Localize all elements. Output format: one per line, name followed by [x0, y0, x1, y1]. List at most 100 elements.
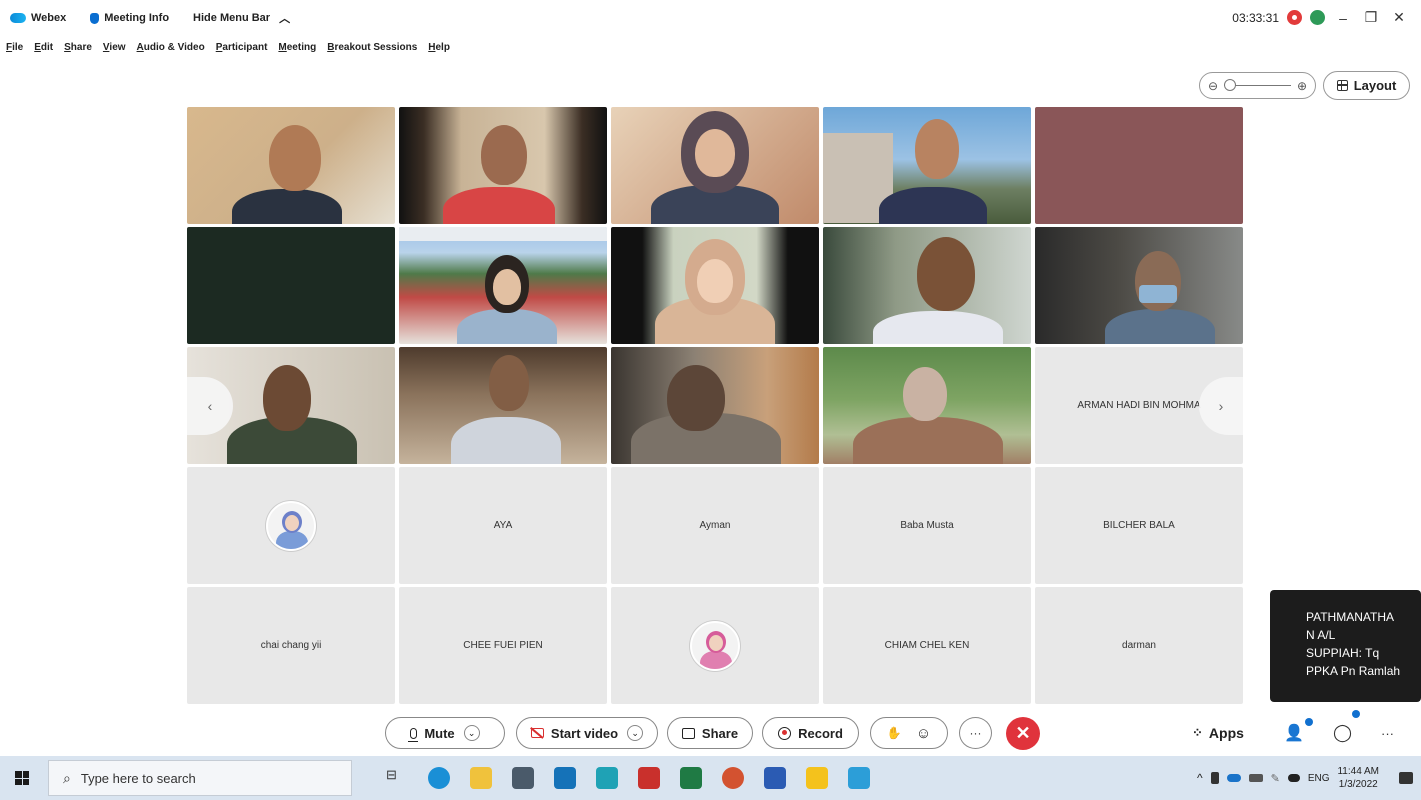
chat-icon[interactable]: ◯	[1333, 723, 1352, 743]
video-options-chevron-icon[interactable]: ⌄	[627, 725, 644, 741]
chevron-up-icon: ︿	[279, 13, 291, 25]
restore-button[interactable]: ❐	[1361, 9, 1381, 26]
menu-help[interactable]: Help	[428, 42, 450, 53]
apps-button[interactable]: ⁘ Apps	[1192, 725, 1244, 741]
participant-video-tile[interactable]	[399, 107, 607, 224]
pen-icon[interactable]: ✎	[1271, 772, 1280, 785]
participant-video-tile[interactable]	[399, 347, 607, 464]
task-view-icon[interactable]: ⊟	[386, 767, 408, 789]
chat-message-tooltip[interactable]: PATHMANATHA N A/L SUPPIAH: Tq PPKA Pn Ra…	[1270, 590, 1421, 702]
mute-button[interactable]: Mute ⌄	[385, 717, 505, 749]
zoom-out-icon[interactable]: ⊖	[1208, 79, 1218, 93]
menu-participant[interactable]: Participant	[216, 42, 268, 53]
participant-video-tile[interactable]	[399, 227, 607, 344]
excel-icon[interactable]	[680, 767, 702, 789]
raise-hand-icon[interactable]: ✋	[887, 726, 902, 740]
participant-name: chai chang yii	[260, 640, 322, 651]
menu-breakout-sessions[interactable]: Breakout Sessions	[327, 42, 417, 53]
powerpoint-icon[interactable]	[722, 767, 744, 789]
participant-video-tile[interactable]	[823, 227, 1031, 344]
participant-name-tile[interactable]: CHIAM CHEL KEN	[823, 587, 1031, 704]
mail-icon[interactable]	[554, 767, 576, 789]
participant-name-tile[interactable]: chai chang yii	[187, 587, 395, 704]
word-icon[interactable]	[764, 767, 786, 789]
chevron-right-icon: ›	[1218, 398, 1224, 414]
close-icon: ✕	[1015, 723, 1031, 743]
menu-audio-video[interactable]: Audio & Video	[137, 42, 205, 53]
start-video-button[interactable]: Start video ⌄	[516, 717, 658, 749]
webex-app-menu[interactable]: Webex	[10, 12, 66, 24]
participant-video-tile[interactable]	[1035, 227, 1243, 344]
input-language[interactable]: ENG	[1308, 773, 1330, 784]
participant-name-tile[interactable]: Ayman	[611, 467, 819, 584]
meeting-info-button[interactable]: Meeting Info	[90, 12, 169, 24]
clock-time: 11:44 AM	[1337, 766, 1379, 777]
record-label: Record	[798, 725, 843, 741]
participant-name: CHEE FUEI PIEN	[463, 640, 543, 651]
participant-name: AYA	[493, 520, 513, 531]
tooltip-line: PPKA Pn Ramlah	[1306, 664, 1401, 678]
participant-video-tile[interactable]	[611, 347, 819, 464]
sticky-notes-icon[interactable]	[806, 767, 828, 789]
network-status-icon[interactable]	[1310, 10, 1325, 25]
hide-menu-bar-button[interactable]: Hide Menu Bar ︿	[193, 10, 290, 26]
avatar	[690, 620, 740, 671]
tooltip-line: PATHMANATHA	[1306, 610, 1395, 624]
lync-app-icon[interactable]	[596, 767, 618, 789]
more-options-button[interactable]: ···	[959, 717, 992, 749]
participant-name-tile[interactable]: AYA	[399, 467, 607, 584]
share-button[interactable]: Share	[667, 717, 753, 749]
apps-label: Apps	[1208, 725, 1244, 741]
menu-edit[interactable]: Edit	[34, 42, 53, 53]
participant-video-tile[interactable]	[823, 107, 1031, 224]
recording-indicator-icon[interactable]	[1287, 10, 1302, 25]
menu-meeting[interactable]: Meeting	[278, 42, 316, 53]
notifications-icon[interactable]	[1399, 772, 1413, 784]
menu-view[interactable]: View	[103, 42, 126, 53]
participant-name-tile[interactable]: darman	[1035, 587, 1243, 704]
webex-taskbar-icon[interactable]	[848, 767, 870, 789]
chevron-left-icon: ‹	[207, 398, 213, 414]
participant-video-tile[interactable]	[187, 227, 395, 344]
close-window-button[interactable]: ✕	[1389, 9, 1409, 26]
participant-name-tile[interactable]: BILCHER BALA	[1035, 467, 1243, 584]
menu-share[interactable]: Share	[64, 42, 92, 53]
participant-avatar-tile[interactable]	[187, 467, 395, 584]
reactions-icon[interactable]: ☺	[916, 725, 931, 742]
cloud-icon[interactable]	[1287, 774, 1300, 782]
participant-video-tile[interactable]	[187, 107, 395, 224]
taskbar-search-box[interactable]: ⌕ Type here to search	[48, 760, 352, 796]
usb-icon[interactable]	[1210, 772, 1219, 784]
participant-video-tile[interactable]	[611, 107, 819, 224]
file-explorer-icon[interactable]	[470, 767, 492, 789]
edge-browser-icon[interactable]	[428, 767, 450, 789]
participant-video-tile[interactable]	[823, 347, 1031, 464]
minimize-button[interactable]: –	[1333, 10, 1353, 26]
participant-name-tile[interactable]: Baba Musta	[823, 467, 1031, 584]
layout-button[interactable]: Layout	[1323, 71, 1410, 100]
zoom-slider-handle[interactable]	[1224, 79, 1237, 91]
store-icon[interactable]	[512, 767, 534, 789]
windows-taskbar: ⌕ Type here to search ⊟ ^ ✎ ENG 11:44 AM…	[0, 756, 1421, 800]
tray-chevron-up-icon[interactable]: ^	[1197, 771, 1203, 785]
mcafee-icon[interactable]	[638, 767, 660, 789]
record-button[interactable]: Record	[762, 717, 859, 749]
participant-video-tile[interactable]	[1035, 107, 1243, 224]
participants-icon[interactable]: 👤	[1284, 723, 1304, 743]
mute-options-chevron-icon[interactable]: ⌄	[463, 725, 480, 741]
taskbar-clock[interactable]: 11:44 AM 1/3/2022	[1337, 765, 1379, 791]
leave-meeting-button[interactable]: ✕	[1006, 717, 1040, 750]
reactions-group: ✋ ☺	[870, 717, 948, 749]
participant-avatar-tile[interactable]	[611, 587, 819, 704]
participant-video-tile[interactable]	[611, 227, 819, 344]
zoom-in-icon[interactable]: ⊕	[1297, 79, 1307, 93]
onedrive-icon[interactable]	[1226, 774, 1241, 782]
title-bar-right: 03:33:31 – ❐ ✕	[1232, 9, 1409, 26]
overflow-menu-button[interactable]: ···	[1381, 726, 1394, 741]
zoom-slider[interactable]	[1224, 79, 1291, 91]
chat-notification-dot	[1352, 710, 1360, 718]
menu-file[interactable]: File	[6, 42, 23, 53]
network-icon[interactable]	[1248, 774, 1263, 782]
start-button[interactable]	[0, 756, 44, 800]
participant-name-tile[interactable]: CHEE FUEI PIEN	[399, 587, 607, 704]
